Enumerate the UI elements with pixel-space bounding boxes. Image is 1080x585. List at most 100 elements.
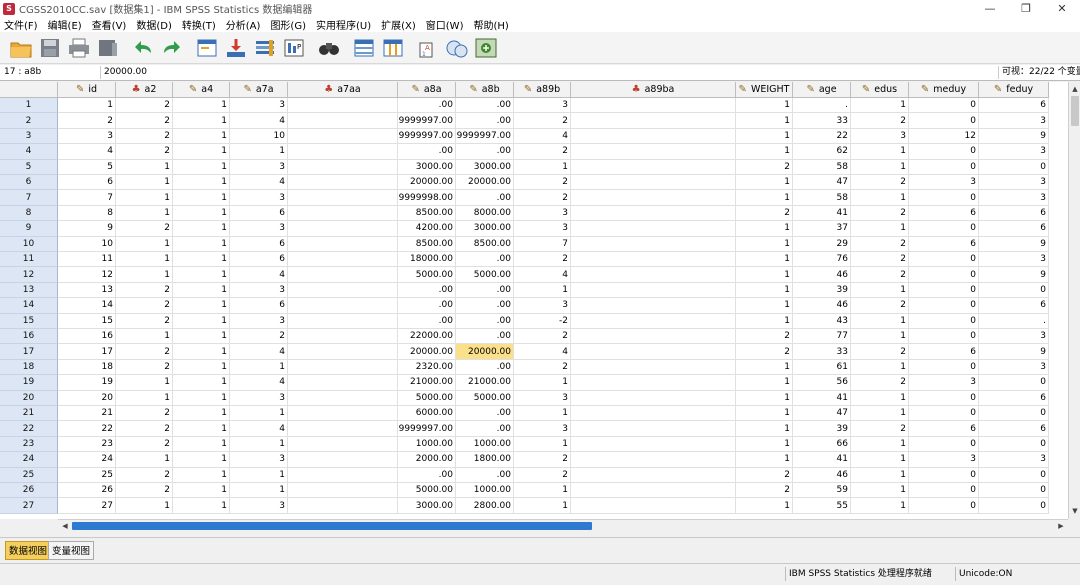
data-cell[interactable]: 1	[173, 452, 230, 468]
data-cell[interactable]	[571, 498, 736, 514]
data-cell[interactable]: 8000.00	[456, 205, 514, 222]
row-number[interactable]: 17	[0, 344, 58, 360]
data-cell[interactable]	[288, 113, 398, 129]
data-cell[interactable]	[288, 221, 398, 237]
data-cell[interactable]: 2	[116, 98, 173, 114]
data-cell[interactable]: 24	[58, 452, 116, 468]
data-cell[interactable]: 1	[173, 267, 230, 283]
data-cell[interactable]	[571, 467, 736, 483]
data-cell[interactable]: 3	[979, 175, 1049, 191]
data-cell[interactable]: .00	[456, 467, 514, 483]
data-cell[interactable]: 62	[793, 144, 851, 160]
row-number[interactable]: 3	[0, 128, 58, 145]
row-number[interactable]: 16	[0, 329, 58, 345]
data-cell[interactable]: 3	[979, 329, 1049, 345]
data-cell[interactable]: 6	[909, 421, 979, 437]
data-cell[interactable]: 4	[230, 344, 288, 360]
data-cell[interactable]: 58	[793, 190, 851, 206]
data-cell[interactable]: 1	[173, 390, 230, 406]
column-header-a89b[interactable]: ✎ a89b	[514, 82, 571, 98]
data-cell[interactable]: 0	[909, 436, 979, 453]
data-cell[interactable]: 1	[116, 205, 173, 222]
data-cell[interactable]	[288, 498, 398, 514]
data-cell[interactable]: .00	[456, 329, 514, 345]
data-cell[interactable]: 3	[909, 375, 979, 391]
data-cell[interactable]: 1	[851, 436, 909, 453]
data-cell[interactable]: 39	[793, 421, 851, 437]
data-cell[interactable]	[571, 175, 736, 191]
data-cell[interactable]: 3	[230, 498, 288, 514]
data-cell[interactable]: 4	[230, 421, 288, 437]
data-cell[interactable]: 3	[514, 421, 571, 437]
horizontal-scroll-thumb[interactable]	[72, 522, 592, 530]
variables-icon[interactable]	[252, 35, 278, 61]
row-number[interactable]: 13	[0, 282, 58, 299]
data-cell[interactable]: 3	[514, 205, 571, 222]
data-cell[interactable]: 3	[514, 298, 571, 314]
data-cell[interactable]: 2	[116, 436, 173, 453]
data-cell[interactable]: 2	[736, 205, 793, 222]
data-cell[interactable]: 21	[58, 406, 116, 422]
data-cell[interactable]: 3	[230, 390, 288, 406]
data-cell[interactable]: 1	[173, 436, 230, 453]
data-cell[interactable]: 1	[736, 282, 793, 299]
data-cell[interactable]: 1	[736, 313, 793, 329]
dialog-recall-icon[interactable]	[95, 35, 121, 61]
data-cell[interactable]: 66	[793, 436, 851, 453]
data-cell[interactable]	[288, 282, 398, 299]
data-cell[interactable]: 3	[230, 98, 288, 114]
data-cell[interactable]	[571, 483, 736, 499]
data-cell[interactable]: 6	[979, 421, 1049, 437]
data-cell[interactable]: 6	[979, 390, 1049, 406]
row-number[interactable]: 12	[0, 267, 58, 283]
data-cell[interactable]	[571, 190, 736, 206]
data-cell[interactable]: 39	[793, 282, 851, 299]
horizontal-scrollbar[interactable]: ◀ ▶	[58, 519, 1068, 531]
row-number[interactable]: 7	[0, 190, 58, 206]
row-number[interactable]: 22	[0, 421, 58, 437]
data-cell[interactable]: 1	[173, 467, 230, 483]
column-header-a8b[interactable]: ✎ a8b	[456, 82, 514, 98]
data-cell[interactable]: 8	[58, 205, 116, 222]
data-cell[interactable]: 0	[909, 113, 979, 129]
data-cell[interactable]: 1	[736, 406, 793, 422]
data-cell[interactable]: 1	[230, 359, 288, 376]
data-cell[interactable]: 1000.00	[398, 436, 456, 453]
undo-icon[interactable]	[130, 35, 156, 61]
data-cell[interactable]: 22000.00	[398, 329, 456, 345]
data-cell[interactable]: .00	[398, 144, 456, 160]
data-cell[interactable]: 2	[514, 359, 571, 376]
data-cell[interactable]: 1	[736, 498, 793, 514]
data-cell[interactable]	[288, 159, 398, 175]
save-icon[interactable]	[37, 35, 63, 61]
close-icon[interactable]: ✕	[1044, 0, 1080, 17]
row-number[interactable]: 14	[0, 298, 58, 314]
data-cell[interactable]	[288, 144, 398, 160]
data-cell[interactable]: 43	[793, 313, 851, 329]
data-cell[interactable]	[288, 298, 398, 314]
column-header-weight[interactable]: ✎ WEIGHT	[736, 82, 793, 98]
data-cell[interactable]: 0	[909, 267, 979, 283]
row-number[interactable]: 10	[0, 236, 58, 252]
data-cell[interactable]: 2	[116, 282, 173, 299]
column-header-a2[interactable]: ♣ a2	[116, 82, 173, 98]
data-cell[interactable]: 8500.00	[456, 236, 514, 252]
data-cell[interactable]: 1	[851, 221, 909, 237]
data-cell[interactable]: 5000.00	[398, 390, 456, 406]
data-cell[interactable]: 16	[58, 329, 116, 345]
data-cell[interactable]: 1	[736, 375, 793, 391]
cell-value-input[interactable]: 20000.00	[100, 66, 990, 79]
data-cell[interactable]: 11	[58, 252, 116, 268]
data-cell[interactable]	[288, 252, 398, 268]
column-header-a7aa[interactable]: ♣ a7aa	[288, 82, 398, 98]
data-cell[interactable]: 1	[851, 390, 909, 406]
data-cell[interactable]: 41	[793, 452, 851, 468]
data-cell[interactable]: 1	[851, 159, 909, 175]
data-cell[interactable]	[571, 436, 736, 453]
data-cell[interactable]: 2	[116, 344, 173, 360]
data-cell[interactable]: 9999997.00	[398, 128, 456, 145]
data-cell[interactable]: 1	[514, 375, 571, 391]
data-cell[interactable]: 1	[173, 406, 230, 422]
data-cell[interactable]: 0	[979, 159, 1049, 175]
data-cell[interactable]: 6	[979, 205, 1049, 222]
